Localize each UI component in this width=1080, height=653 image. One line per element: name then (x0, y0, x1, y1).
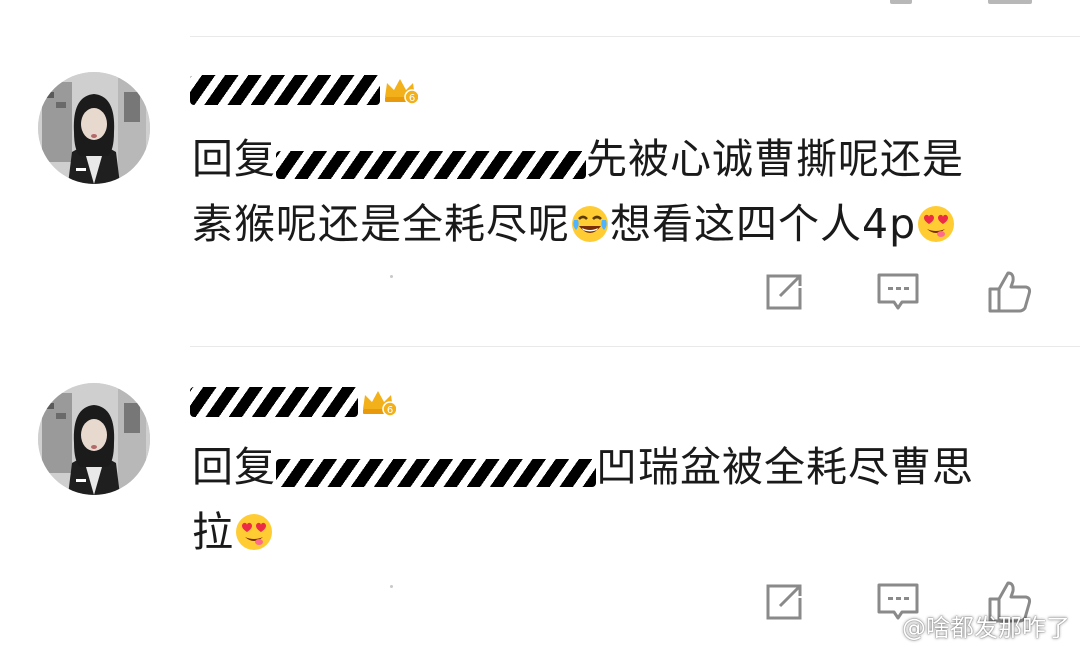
avatar-photo-icon (38, 383, 150, 495)
comment-button[interactable] (874, 268, 922, 316)
username[interactable]: 6 (190, 382, 398, 422)
redacted-username (190, 387, 358, 417)
avatar[interactable] (38, 72, 150, 184)
reply-prefix: 回复 (192, 443, 276, 491)
vip-crown-badge-icon: 6 (382, 75, 420, 105)
share-icon (766, 274, 802, 310)
share-button[interactable] (760, 268, 808, 316)
reply-body-line2b: 想看这四个人4p (610, 200, 917, 248)
share-icon (766, 584, 802, 620)
like-icon (988, 271, 1032, 313)
divider-dot (390, 275, 393, 278)
previous-action-icon (890, 0, 912, 4)
like-button[interactable] (986, 268, 1034, 316)
watermark-text: @啥都发那咋了 (902, 614, 1070, 642)
divider (190, 36, 1080, 37)
username[interactable]: 6 (190, 70, 420, 110)
watermark: @啥都发那咋了 (866, 608, 1070, 643)
vip-crown-badge-icon: 6 (360, 387, 398, 417)
weibo-icon (867, 615, 894, 638)
redacted-username (190, 75, 380, 105)
divider (190, 346, 1080, 347)
heart-eyes-emoji-icon (236, 514, 272, 550)
redacted-mention[interactable] (276, 131, 586, 193)
reply-body-line2a: 素猴呢还是全耗尽呢 (192, 200, 570, 248)
tears-of-joy-emoji-icon (572, 206, 608, 242)
comment-text: 回复 先被心诚曹撕呢还是 素猴呢还是全耗尽呢 想看这四个人4p (192, 128, 1012, 255)
svg-text:6: 6 (387, 405, 393, 416)
comment-actions (760, 268, 1060, 316)
divider-dot (390, 585, 393, 588)
previous-action-icon (988, 0, 1032, 4)
reply-body-line1: 凹瑞盆被全耗尽曹思 (596, 443, 974, 491)
share-button[interactable] (760, 578, 808, 626)
reply-prefix: 回复 (192, 135, 276, 183)
comment-text: 回复 凹瑞盆被全耗尽曹思 拉 (192, 436, 1012, 563)
avatar[interactable] (38, 383, 150, 495)
reply-body-line2: 拉 (192, 508, 234, 556)
heart-eyes-emoji-icon (918, 206, 955, 242)
redacted-mention[interactable] (276, 439, 596, 501)
reply-body-line1: 先被心诚曹撕呢还是 (586, 135, 964, 183)
comment-icon (877, 273, 919, 310)
svg-text:6: 6 (409, 93, 415, 104)
avatar-photo-icon (38, 72, 150, 184)
comment-thread: 6 回复 先被心诚曹撕呢还是 素猴呢还是全耗尽呢 想看这四个人4p 6 回复 凹… (0, 0, 1080, 653)
